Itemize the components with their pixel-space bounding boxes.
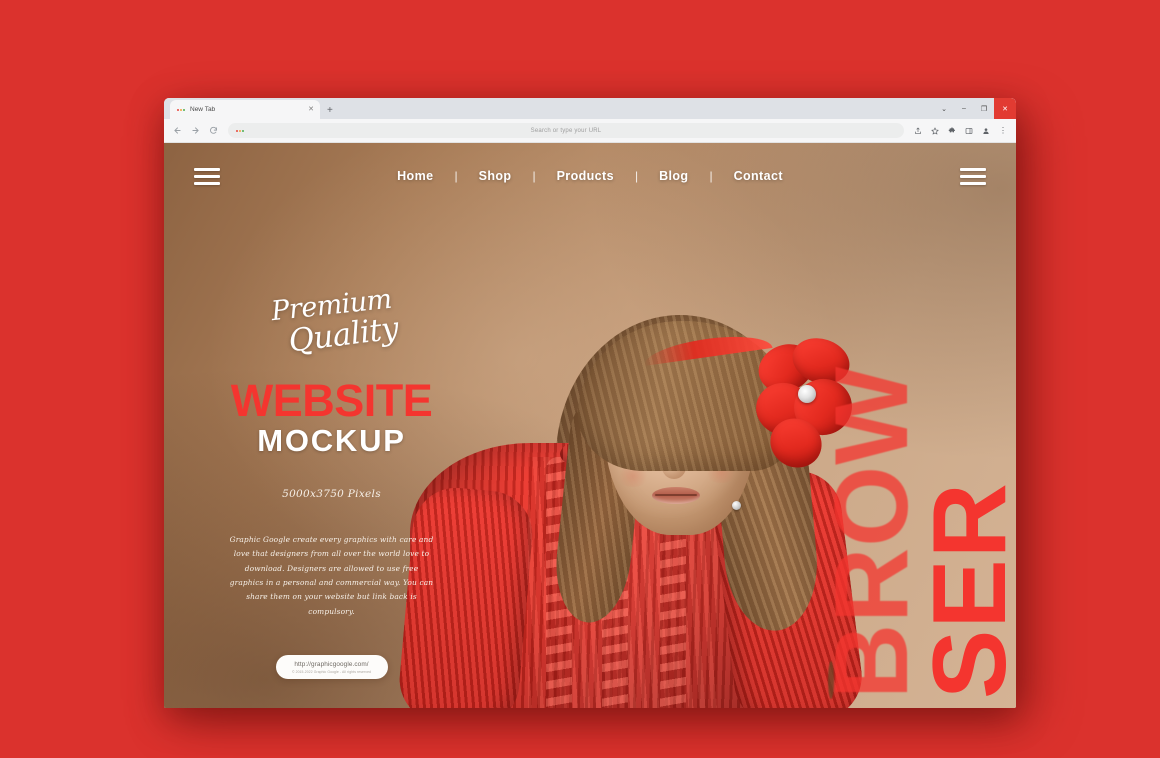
tab-favicon-icon (177, 108, 185, 111)
tab-strip: New Tab ✕ + ⌄ – ❐ ✕ (164, 98, 1016, 119)
reload-icon[interactable] (208, 125, 219, 136)
share-icon[interactable] (913, 126, 923, 136)
chevron-down-icon[interactable]: ⌄ (934, 98, 954, 119)
tab-close-icon[interactable]: ✕ (308, 106, 314, 113)
earring (732, 501, 741, 510)
site-navigation: Home | Shop | Products | Blog | Contact (164, 143, 1016, 209)
close-window-icon[interactable]: ✕ (994, 98, 1016, 119)
hero-content: Premium Quality WEBSITE MOCKUP 5000x3750… (224, 284, 439, 680)
bow-gem-icon (798, 385, 816, 403)
hamburger-menu-icon-right[interactable] (960, 167, 986, 185)
forward-arrow-icon[interactable] (190, 125, 201, 136)
profile-icon[interactable] (981, 126, 991, 136)
toolbar-actions: ⋮ (913, 126, 1008, 136)
page-viewport: BROW SER Home | Shop | Products | Blog |… (164, 143, 1016, 708)
browser-tab[interactable]: New Tab ✕ (170, 100, 320, 119)
side-panel-icon[interactable] (964, 126, 974, 136)
red-hair-bow (750, 331, 859, 477)
hero-description: Graphic Google create every graphics wit… (229, 534, 434, 616)
more-menu-icon[interactable]: ⋮ (998, 126, 1008, 136)
tab-title: New Tab (190, 106, 216, 113)
address-bar-placeholder: Search or type your URL (530, 127, 602, 134)
hero-headline-mockup: MOCKUP (257, 423, 406, 459)
hero-headline-website: WEBSITE (230, 375, 433, 427)
hero-dimensions: 5000x3750 Pixels (282, 487, 381, 500)
minimize-icon[interactable]: – (954, 98, 974, 119)
hamburger-menu-icon-left[interactable] (194, 167, 220, 185)
new-tab-button[interactable]: + (327, 106, 333, 116)
nav-link-home[interactable]: Home (376, 169, 454, 183)
address-bar[interactable]: Search or type your URL (228, 123, 904, 138)
browser-toolbar: Search or type your URL ⋮ (164, 119, 1016, 143)
url-badge-copyright: © 2015-2022 Graphic Google - All rights … (291, 670, 372, 675)
nav-links: Home | Shop | Products | Blog | Contact (220, 169, 960, 183)
nav-link-products[interactable]: Products (536, 169, 635, 183)
url-badge-link[interactable]: http://graphicgoogle.com/ (280, 661, 384, 668)
nav-link-shop[interactable]: Shop (458, 169, 533, 183)
mouth (652, 487, 700, 504)
maximize-icon[interactable]: ❐ (974, 98, 994, 119)
url-badge[interactable]: http://graphicgoogle.com/ © 2015-2022 Gr… (275, 655, 388, 680)
browser-window: New Tab ✕ + ⌄ – ❐ ✕ Search or type your … (164, 98, 1016, 708)
nav-link-blog[interactable]: Blog (638, 169, 709, 183)
bookmark-star-icon[interactable] (930, 126, 940, 136)
window-controls: ⌄ – ❐ ✕ (934, 98, 1016, 119)
nav-link-contact[interactable]: Contact (713, 169, 804, 183)
extensions-puzzle-icon[interactable] (947, 126, 957, 136)
back-arrow-icon[interactable] (172, 125, 183, 136)
